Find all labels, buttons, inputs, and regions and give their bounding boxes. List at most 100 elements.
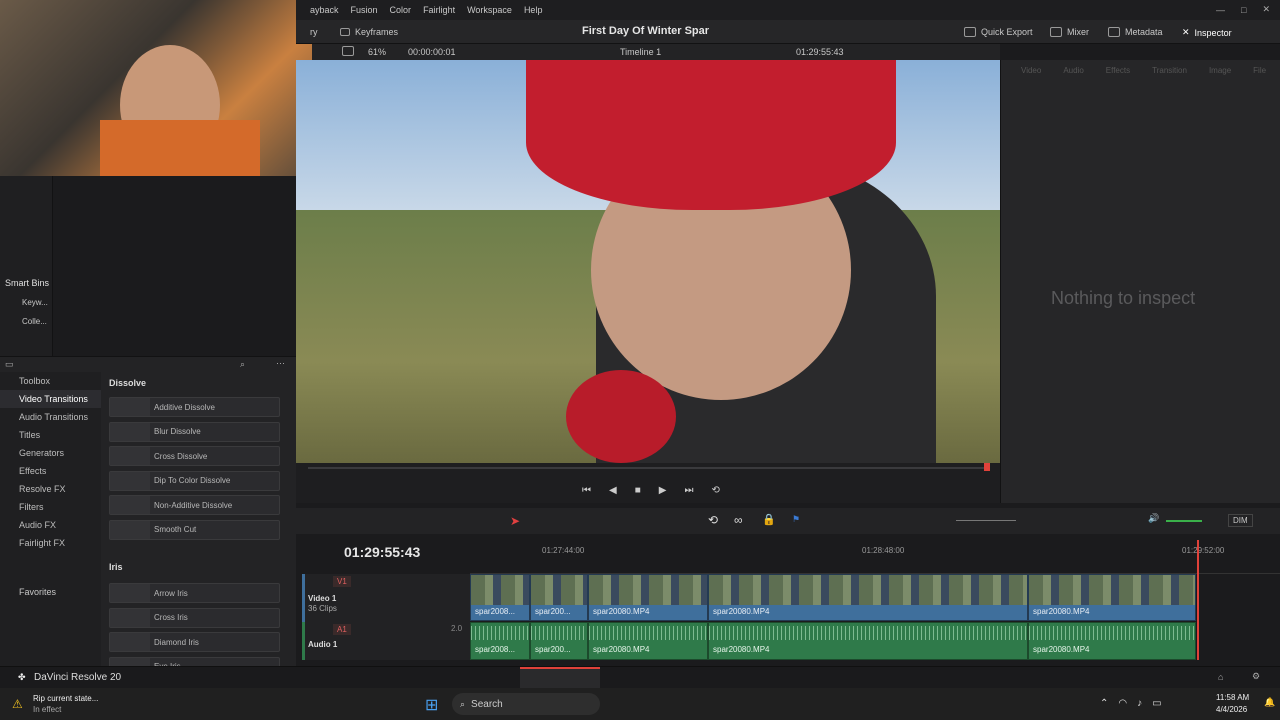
- speaker-icon[interactable]: ♪: [1137, 698, 1142, 709]
- effects-tree-item[interactable]: Generators: [0, 444, 101, 462]
- reverse-play-icon[interactable]: ◀: [609, 485, 617, 496]
- snapping-icon[interactable]: ⟲: [708, 513, 718, 527]
- audio-clip[interactable]: spar200...: [530, 622, 588, 660]
- audio-clip[interactable]: spar2008...: [470, 622, 530, 660]
- go-to-end-icon[interactable]: ⏭: [684, 485, 693, 496]
- video-track-name: Video 1: [308, 594, 337, 603]
- effects-tree-item[interactable]: Effects: [0, 462, 101, 480]
- notification-title[interactable]: Rip current state...: [33, 694, 98, 703]
- audio-clip[interactable]: spar20080.MP4: [1028, 622, 1196, 660]
- notifications-bell-icon[interactable]: 🔔: [1264, 697, 1275, 708]
- toolbar-left-item[interactable]: ry: [310, 27, 318, 37]
- battery-icon[interactable]: ▭: [1152, 698, 1161, 709]
- viewer-frame[interactable]: [296, 60, 1000, 463]
- inspector-tab[interactable]: File: [1253, 66, 1266, 75]
- inspector-tab[interactable]: Audio: [1063, 66, 1083, 75]
- close-icon[interactable]: ✕: [1262, 4, 1270, 15]
- menu-item[interactable]: Help: [524, 5, 543, 15]
- transition-item[interactable]: Diamond Iris: [109, 632, 280, 652]
- scrub-playhead[interactable]: [984, 463, 990, 471]
- effects-tree-item[interactable]: Audio Transitions: [0, 408, 101, 426]
- inspector-button[interactable]: ✕ Inspector: [1182, 27, 1232, 38]
- effects-tree-item[interactable]: Toolbox: [0, 372, 101, 390]
- menu-item[interactable]: Workspace: [467, 5, 512, 15]
- transition-item[interactable]: Smooth Cut: [109, 519, 280, 540]
- inspector-tab[interactable]: Transition: [1152, 66, 1187, 75]
- keyframes-button[interactable]: Keyframes: [340, 27, 398, 37]
- clip-name: spar2008...: [475, 607, 516, 616]
- loop-icon[interactable]: ⟲: [711, 485, 719, 496]
- more-options-icon[interactable]: ⋯: [276, 358, 285, 369]
- transition-item[interactable]: Dip To Color Dissolve: [109, 470, 280, 491]
- transition-item[interactable]: Cross Dissolve: [109, 446, 280, 466]
- wifi-icon[interactable]: ◠: [1118, 698, 1127, 709]
- volume-icon[interactable]: 🔊: [1148, 513, 1159, 524]
- video-track-header[interactable]: V1 Video 1 36 Clips: [302, 574, 470, 622]
- favorites-label[interactable]: Favorites: [19, 587, 56, 597]
- home-icon[interactable]: ⌂: [1218, 672, 1223, 682]
- transition-item[interactable]: Arrow Iris: [109, 583, 280, 603]
- timeline-selector[interactable]: Timeline 1: [620, 47, 661, 57]
- bin-collections[interactable]: Colle...: [22, 317, 47, 326]
- go-to-start-icon[interactable]: ⏮: [582, 485, 591, 496]
- menu-item[interactable]: ayback: [310, 5, 339, 15]
- lock-icon[interactable]: 🔒: [762, 513, 776, 526]
- audio-track-header[interactable]: A1 Audio 1 2.0: [302, 622, 470, 660]
- volume-slider[interactable]: [1166, 520, 1202, 522]
- inspector-tab[interactable]: Video: [1021, 66, 1041, 75]
- selection-tool-icon[interactable]: ➤: [510, 514, 520, 528]
- settings-icon[interactable]: ⚙: [1252, 671, 1260, 682]
- effects-tree-item[interactable]: Titles: [0, 426, 101, 444]
- scrub-bar[interactable]: [308, 467, 988, 469]
- effects-tree-item[interactable]: Resolve FX: [0, 480, 101, 498]
- clock-time[interactable]: 11:58 AM: [1216, 693, 1249, 702]
- audio-track-id[interactable]: A1: [333, 624, 351, 635]
- windows-start-icon[interactable]: ⊞: [425, 695, 438, 715]
- taskbar-search-box[interactable]: ⌕ Search: [452, 693, 600, 715]
- flag-icon[interactable]: ⚑: [792, 514, 800, 525]
- inspector-tab[interactable]: Image: [1209, 66, 1231, 75]
- chevron-up-icon[interactable]: ⌃: [1100, 698, 1108, 709]
- maximize-icon[interactable]: □: [1241, 5, 1246, 15]
- mixer-button[interactable]: Mixer: [1050, 27, 1089, 37]
- video-clip[interactable]: spar2008...: [470, 574, 530, 621]
- effects-tree-item[interactable]: Filters: [0, 498, 101, 516]
- effects-tree-item[interactable]: Video Transitions: [0, 390, 101, 408]
- panel-toggle-icon[interactable]: ▭: [5, 359, 14, 370]
- menu-item[interactable]: Color: [390, 5, 412, 15]
- metadata-button[interactable]: Metadata: [1108, 27, 1163, 37]
- video-clip[interactable]: spar20080.MP4: [588, 574, 708, 621]
- link-icon[interactable]: ∞: [734, 513, 743, 527]
- transition-item[interactable]: Non-Additive Dissolve: [109, 495, 280, 515]
- minimize-icon[interactable]: —: [1216, 5, 1225, 15]
- transition-item[interactable]: Additive Dissolve: [109, 397, 280, 417]
- video-clip[interactable]: spar200...: [530, 574, 588, 621]
- transition-item[interactable]: Eye Iris: [109, 656, 280, 666]
- quick-export-button[interactable]: Quick Export: [964, 27, 1033, 37]
- audio-clip[interactable]: spar20080.MP4: [708, 622, 1028, 660]
- search-icon[interactable]: ⌕: [240, 359, 245, 370]
- play-icon[interactable]: ▶: [659, 485, 667, 496]
- clock-date[interactable]: 4/4/2026: [1216, 705, 1247, 714]
- inspector-tab[interactable]: Effects: [1106, 66, 1130, 75]
- video-clip[interactable]: spar20080.MP4: [708, 574, 1028, 621]
- menu-item[interactable]: Fairlight: [423, 5, 455, 15]
- bin-keywords[interactable]: Keyw...: [22, 298, 48, 307]
- audio-clip[interactable]: spar20080.MP4: [588, 622, 708, 660]
- dissolve-header: Dissolve: [109, 378, 147, 388]
- transition-item[interactable]: Cross Iris: [109, 607, 280, 628]
- edit-page-tab[interactable]: [520, 667, 600, 689]
- dim-button[interactable]: DIM: [1228, 514, 1253, 527]
- effects-tree-item[interactable]: Fairlight FX: [0, 534, 101, 552]
- menu-item[interactable]: Fusion: [351, 5, 378, 15]
- timeline-playhead[interactable]: [1197, 540, 1199, 660]
- timeline-ruler[interactable]: 01:27:44:00 01:28:48:00 01:29:52:00: [470, 536, 1280, 574]
- video-clip[interactable]: spar20080.MP4: [1028, 574, 1196, 621]
- video-track-id[interactable]: V1: [333, 576, 351, 587]
- effects-tree-item[interactable]: Audio FX: [0, 516, 101, 534]
- transition-item[interactable]: Blur Dissolve: [109, 421, 280, 442]
- stop-icon[interactable]: ■: [635, 485, 641, 496]
- viewer-layout-icon[interactable]: [342, 46, 354, 56]
- zoom-slider[interactable]: [956, 520, 1016, 521]
- zoom-level[interactable]: 61%: [368, 47, 386, 57]
